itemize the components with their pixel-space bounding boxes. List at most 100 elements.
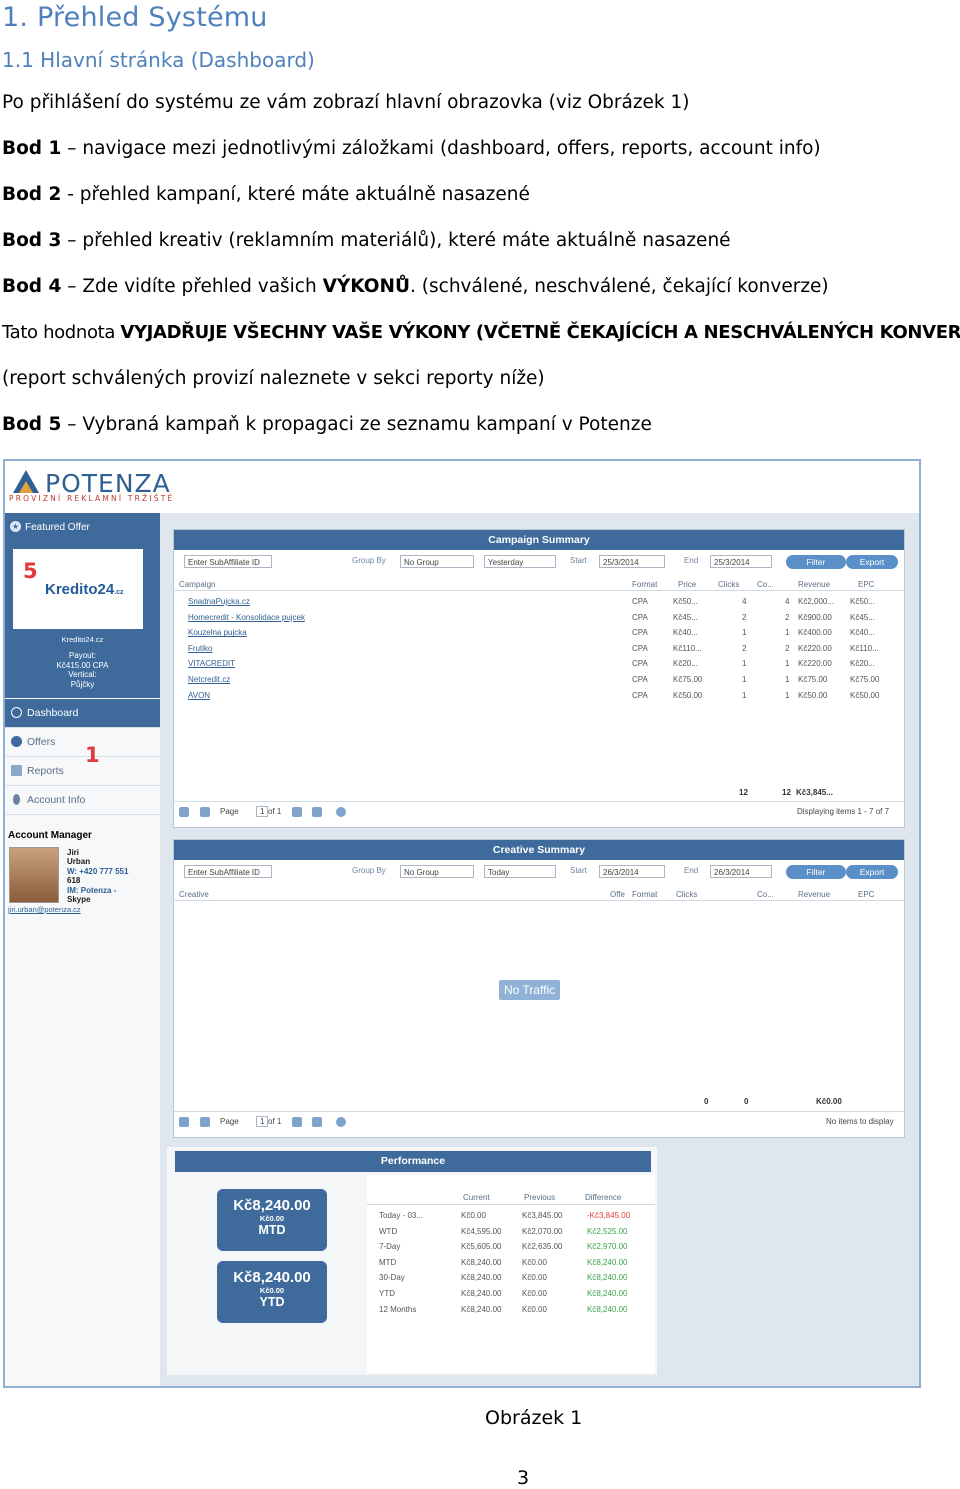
- end-label: End: [684, 556, 699, 565]
- performance-row: 30-Day Kč8,240.00 Kč0.00 Kč8,240.00: [367, 1270, 655, 1286]
- current-cell: Kč8,240.00: [461, 1289, 502, 1298]
- creative-filter-button[interactable]: Filter: [786, 865, 846, 879]
- epc-cell: Kč50...: [850, 597, 875, 606]
- epc-cell: Kč75.00: [850, 675, 880, 684]
- performance-table-header: Current Previous Difference: [367, 1191, 655, 1205]
- creative-end-date-input[interactable]: 26/3/2014: [710, 865, 772, 878]
- campaign-link[interactable]: VITACREDIT: [188, 659, 235, 668]
- clicks-cell: 4: [742, 597, 747, 606]
- period-cell: WTD: [379, 1226, 398, 1236]
- account-manager-email[interactable]: jiri.urban@potenza.cz: [8, 905, 81, 914]
- start-label: Start: [570, 556, 587, 565]
- previous-cell: Kč0.00: [522, 1289, 547, 1298]
- conversions-cell: 1: [785, 690, 790, 700]
- price-cell: Kč40...: [673, 628, 698, 638]
- nav-offers[interactable]: Offers: [5, 728, 160, 757]
- format-cell: CPA: [632, 659, 648, 669]
- period-select[interactable]: Yesterday: [484, 555, 556, 568]
- export-button[interactable]: Export: [846, 555, 898, 569]
- epc-cell: Kč110...: [850, 643, 879, 653]
- creative-last-page-icon[interactable]: [312, 1117, 322, 1127]
- creative-first-page-icon[interactable]: [179, 1117, 189, 1127]
- dashboard-screenshot: POTENZA PROVIZNÍ REKLAMNÍ TRŽIŠTĚ ★ Feat…: [3, 459, 921, 1388]
- group-by-select[interactable]: No Group: [400, 555, 474, 568]
- previous-cell: Kč2,070.00: [522, 1226, 563, 1236]
- filter-button[interactable]: Filter: [786, 555, 846, 569]
- campaign-link[interactable]: AVON: [188, 691, 210, 700]
- creative-start-date-input[interactable]: 26/3/2014: [599, 865, 665, 878]
- previous-cell: Kč0.00: [522, 1273, 547, 1283]
- difference-cell: Kč2,970.00: [587, 1242, 628, 1252]
- nav-dashboard[interactable]: Dashboard: [5, 699, 160, 728]
- last-page-icon[interactable]: [312, 807, 322, 817]
- start-date-input[interactable]: 25/3/2014: [599, 555, 665, 568]
- creative-prev-page-icon[interactable]: [200, 1117, 210, 1127]
- bod1-paragraph: Bod 1 – navigace mezi jednotlivými zálož…: [2, 138, 821, 159]
- subaffiliate-input[interactable]: Enter SubAffiliate ID: [184, 555, 272, 568]
- creative-period-select[interactable]: Today: [484, 865, 556, 878]
- revenue-cell: Kč900.00: [798, 612, 832, 622]
- price-cell: Kč50...: [673, 597, 698, 606]
- format-cell: CPA: [632, 597, 648, 606]
- conversions-cell: 1: [785, 659, 790, 669]
- campaign-link[interactable]: Frutiko: [188, 644, 212, 653]
- creative-export-button[interactable]: Export: [846, 865, 898, 879]
- next-page-icon[interactable]: [292, 807, 302, 817]
- featured-title: Featured Offer: [25, 522, 90, 533]
- table-row: AVON CPA Kč50.00 1 1 Kč50.00 Kč50.00: [174, 688, 904, 704]
- previous-cell: Kč2,635.00: [522, 1242, 563, 1252]
- campaign-pager: Page 1 of 1 Displaying items 1 - 7 of 7: [174, 801, 904, 822]
- difference-cell: Kč8,240.00: [587, 1273, 628, 1283]
- bod4-text-a: – Zde vidíte přehled vašich: [61, 276, 323, 297]
- price-cell: Kč45...: [673, 612, 698, 622]
- clicks-cell: 1: [742, 675, 747, 684]
- campaign-link[interactable]: Homecredit - Konsolidace pujcek: [188, 613, 305, 622]
- end-date-input[interactable]: 25/3/2014: [710, 555, 772, 568]
- offers-icon: [11, 736, 22, 747]
- performance-row: WTD Kč4,595.00 Kč2,070.00 Kč2,525.00: [367, 1224, 655, 1240]
- creative-next-page-icon[interactable]: [292, 1117, 302, 1127]
- prev-page-icon[interactable]: [200, 807, 210, 817]
- creative-summary-panel: Creative Summary Enter SubAffiliate ID G…: [173, 839, 905, 1138]
- nav-reports[interactable]: Reports: [5, 757, 160, 786]
- clicks-cell: 2: [742, 612, 747, 622]
- campaign-link[interactable]: Netcredit.cz: [188, 675, 230, 684]
- difference-cell: -Kč3,845.00: [587, 1211, 631, 1220]
- campaign-table-header: Campaign Format Price Clicks Co... Reven…: [174, 578, 904, 591]
- format-cell: CPA: [632, 675, 648, 684]
- bod5-text: – Vybraná kampaň k propagaci ze seznamu …: [61, 414, 652, 435]
- epc-cell: Kč45...: [850, 612, 875, 622]
- refresh-icon[interactable]: [336, 807, 346, 817]
- current-cell: Kč0.00: [461, 1211, 486, 1220]
- performance-row: 12 Months Kč8,240.00 Kč0.00 Kč8,240.00: [367, 1302, 655, 1318]
- current-cell: Kč5,605.00: [461, 1242, 502, 1252]
- clicks-cell: 1: [742, 628, 747, 638]
- first-page-icon[interactable]: [179, 807, 189, 817]
- page-input[interactable]: 1: [256, 806, 269, 817]
- featured-offer[interactable]: ★ Featured Offer Kredito24.cz Kredito24.…: [5, 513, 160, 698]
- account-manager-photo: [9, 847, 59, 903]
- campaign-link[interactable]: SnadnaPujcka.cz: [188, 597, 250, 606]
- campaign-link[interactable]: Kouzelna pujcka: [188, 628, 247, 637]
- bod4-bold: VÝKONŮ: [322, 276, 411, 297]
- creative-group-by-select[interactable]: No Group: [400, 865, 474, 878]
- campaign-summary-panel: Campaign Summary Enter SubAffiliate ID G…: [173, 529, 905, 828]
- group-by-label: Group By: [352, 556, 386, 565]
- creative-group-by-label: Group By: [352, 866, 386, 875]
- creative-page-input[interactable]: 1: [256, 1116, 269, 1127]
- logo-subtitle: PROVIZNÍ REKLAMNÍ TRŽIŠTĚ: [9, 494, 175, 503]
- price-cell: Kč75.00: [673, 675, 703, 684]
- user-icon: [13, 794, 20, 805]
- price-cell: Kč50.00: [673, 690, 703, 700]
- table-row: VITACREDIT CPA Kč20... 1 1 Kč220.00 Kč20...: [174, 656, 904, 672]
- creative-summary-title: Creative Summary: [174, 840, 904, 860]
- nav-account-info[interactable]: Account Info: [5, 786, 160, 815]
- performance-row: 7-Day Kč5,605.00 Kč2,635.00 Kč2,970.00: [367, 1239, 655, 1255]
- creative-refresh-icon[interactable]: [336, 1117, 346, 1127]
- difference-cell: Kč8,240.00: [587, 1257, 628, 1267]
- creative-subaffiliate-input[interactable]: Enter SubAffiliate ID: [184, 865, 272, 878]
- creative-total-clicks: 0: [704, 1097, 709, 1106]
- creative-start-label: Start: [570, 866, 587, 875]
- total-conversions: 12: [782, 788, 791, 797]
- revenue-cell: Kč220.00: [798, 643, 832, 653]
